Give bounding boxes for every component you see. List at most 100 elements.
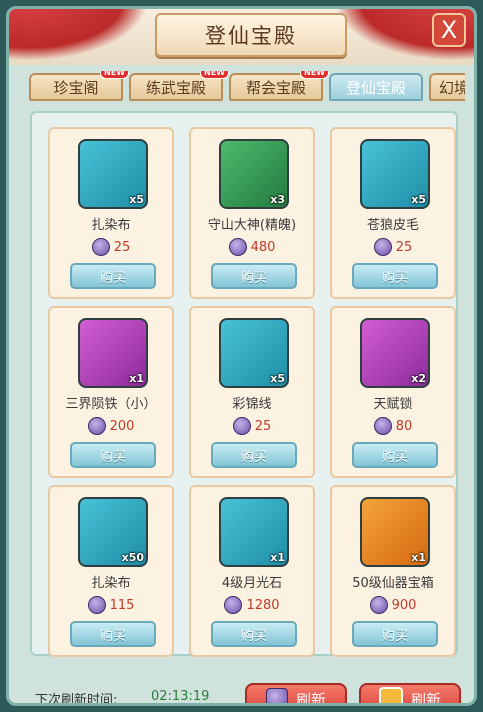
buy-button[interactable]: 购买 xyxy=(70,263,156,289)
currency-icon xyxy=(228,238,247,256)
refresh-label: 刷新 xyxy=(295,690,326,706)
meteor-iron-rock-icon[interactable]: x1 xyxy=(78,318,148,388)
close-button[interactable]: X xyxy=(432,13,466,47)
buy-button[interactable]: 购买 xyxy=(211,621,297,647)
item-price: 25 xyxy=(191,417,313,435)
item-price: 80 xyxy=(332,417,454,435)
blue-cloth-roll-icon[interactable]: x5 xyxy=(78,139,148,209)
item-count: x5 xyxy=(270,372,285,385)
item-price: 1280 xyxy=(191,596,313,614)
silver-treasure-chest-icon[interactable]: x1 xyxy=(360,497,430,567)
guardian-dog-portrait-icon[interactable]: x3 xyxy=(219,139,289,209)
title-bar: 登仙宝殿 X xyxy=(9,9,474,65)
item-name: 天赋锁 xyxy=(373,397,413,412)
buy-button[interactable]: 购买 xyxy=(352,442,438,468)
next-refresh-label: 下次刷新时间: xyxy=(35,693,118,706)
tab-label: 珍宝阁 xyxy=(53,78,99,97)
shop-item-card: x3 守山大神(精魄) 480 购买 xyxy=(189,127,315,299)
price-value: 200 xyxy=(109,418,135,434)
item-count: x3 xyxy=(270,193,285,206)
green-padlock-icon[interactable]: x2 xyxy=(360,318,430,388)
item-price: 480 xyxy=(191,238,313,256)
new-badge: NEW xyxy=(100,71,129,79)
tab-immortal-hall[interactable]: 登仙宝殿 xyxy=(329,73,423,101)
tab-treasure-pavilion[interactable]: 珍宝阁 NEW xyxy=(29,71,129,101)
buy-label: 购买 xyxy=(99,628,126,644)
item-name: 三界陨铁（小） xyxy=(65,397,157,412)
price-value: 25 xyxy=(254,418,272,434)
item-name: 扎染布 xyxy=(91,218,131,233)
tab-illusion[interactable]: 幻境 xyxy=(429,73,465,101)
buy-button[interactable]: 购买 xyxy=(70,621,156,647)
buy-label: 购买 xyxy=(240,449,267,465)
video-play-icon xyxy=(378,687,403,703)
price-value: 480 xyxy=(250,239,276,255)
item-count: x1 xyxy=(270,551,285,564)
item-count: x1 xyxy=(411,551,426,564)
buy-label: 购买 xyxy=(381,628,408,644)
buy-label: 购买 xyxy=(240,628,267,644)
buy-button[interactable]: 购买 xyxy=(352,263,438,289)
price-value: 1280 xyxy=(246,597,280,613)
buy-button[interactable]: 购买 xyxy=(211,263,297,289)
item-price: 200 xyxy=(50,417,172,435)
ad-refresh-button[interactable]: 刷新 xyxy=(359,683,461,703)
item-price: 900 xyxy=(332,596,454,614)
shop-item-card: x2 天赋锁 80 购买 xyxy=(330,306,456,478)
next-refresh-time: 02:13:19 xyxy=(151,689,210,704)
currency-icon xyxy=(373,238,392,256)
buy-label: 购买 xyxy=(240,270,267,286)
buy-button[interactable]: 购买 xyxy=(352,621,438,647)
item-price: 115 xyxy=(50,596,172,614)
thread-spool-icon[interactable]: x5 xyxy=(219,318,289,388)
currency-icon xyxy=(224,596,243,614)
page-title: 登仙宝殿 xyxy=(205,24,297,48)
shop-window: 登仙宝殿 X 珍宝阁 NEW 练武宝殿 NEW 帮会宝殿 NEW 登仙宝殿 幻境… xyxy=(6,6,477,706)
item-count: x5 xyxy=(411,193,426,206)
tab-label: 帮会宝殿 xyxy=(245,78,306,97)
shop-item-card: x50 扎染布 115 购买 xyxy=(48,485,174,657)
item-name: 苍狼皮毛 xyxy=(366,218,419,233)
currency-icon xyxy=(265,688,288,703)
item-name: 扎染布 xyxy=(91,576,131,591)
tab-guild-hall[interactable]: 帮会宝殿 NEW xyxy=(229,71,329,101)
item-name: 4级月光石 xyxy=(221,576,283,591)
item-count: x5 xyxy=(129,193,144,206)
price-value: 25 xyxy=(395,239,413,255)
tab-label: 幻境 xyxy=(439,78,465,97)
tab-martial-hall[interactable]: 练武宝殿 NEW xyxy=(129,71,229,101)
shop-tabs: 珍宝阁 NEW 练武宝殿 NEW 帮会宝殿 NEW 登仙宝殿 幻境 xyxy=(25,71,465,105)
currency-icon xyxy=(91,238,110,256)
buy-label: 购买 xyxy=(99,449,126,465)
blue-cloth-roll-icon[interactable]: x50 xyxy=(78,497,148,567)
moonstone-crescent-icon[interactable]: x1 xyxy=(219,497,289,567)
tab-label: 练武宝殿 xyxy=(145,78,206,97)
item-count: x1 xyxy=(129,372,144,385)
item-grid: x5 扎染布 25 购买 x3 守山大神(精魄) 480 购买 x5 苍狼皮毛 25 购买 x1 三界陨铁… xyxy=(30,111,458,657)
buy-label: 购买 xyxy=(381,449,408,465)
decorative-curtain-left xyxy=(9,9,149,61)
item-price: 25 xyxy=(50,238,172,256)
shop-item-card: x1 4级月光石 1280 购买 xyxy=(189,485,315,657)
currency-icon xyxy=(232,417,251,435)
shop-item-card: x5 彩锦线 25 购买 xyxy=(189,306,315,478)
shop-item-card: x5 苍狼皮毛 25 购买 xyxy=(330,127,456,299)
price-value: 115 xyxy=(109,597,135,613)
currency-icon xyxy=(373,417,392,435)
price-value: 80 xyxy=(395,418,413,434)
price-value: 25 xyxy=(113,239,131,255)
item-count: x50 xyxy=(121,551,144,564)
buy-button[interactable]: 购买 xyxy=(70,442,156,468)
currency-icon xyxy=(369,596,388,614)
shop-item-card: x1 50级仙器宝箱 900 购买 xyxy=(330,485,456,657)
shop-item-card: x1 三界陨铁（小） 200 购买 xyxy=(48,306,174,478)
buy-label: 购买 xyxy=(381,270,408,286)
price-value: 900 xyxy=(391,597,417,613)
title-plaque: 登仙宝殿 xyxy=(155,13,347,57)
tab-label: 登仙宝殿 xyxy=(345,78,406,97)
buy-button[interactable]: 购买 xyxy=(211,442,297,468)
wolf-fur-pouch-icon[interactable]: x5 xyxy=(360,139,430,209)
item-price: 25 xyxy=(332,238,454,256)
refresh-button[interactable]: 刷新 xyxy=(245,683,347,706)
item-name: 守山大神(精魄) xyxy=(207,218,297,233)
